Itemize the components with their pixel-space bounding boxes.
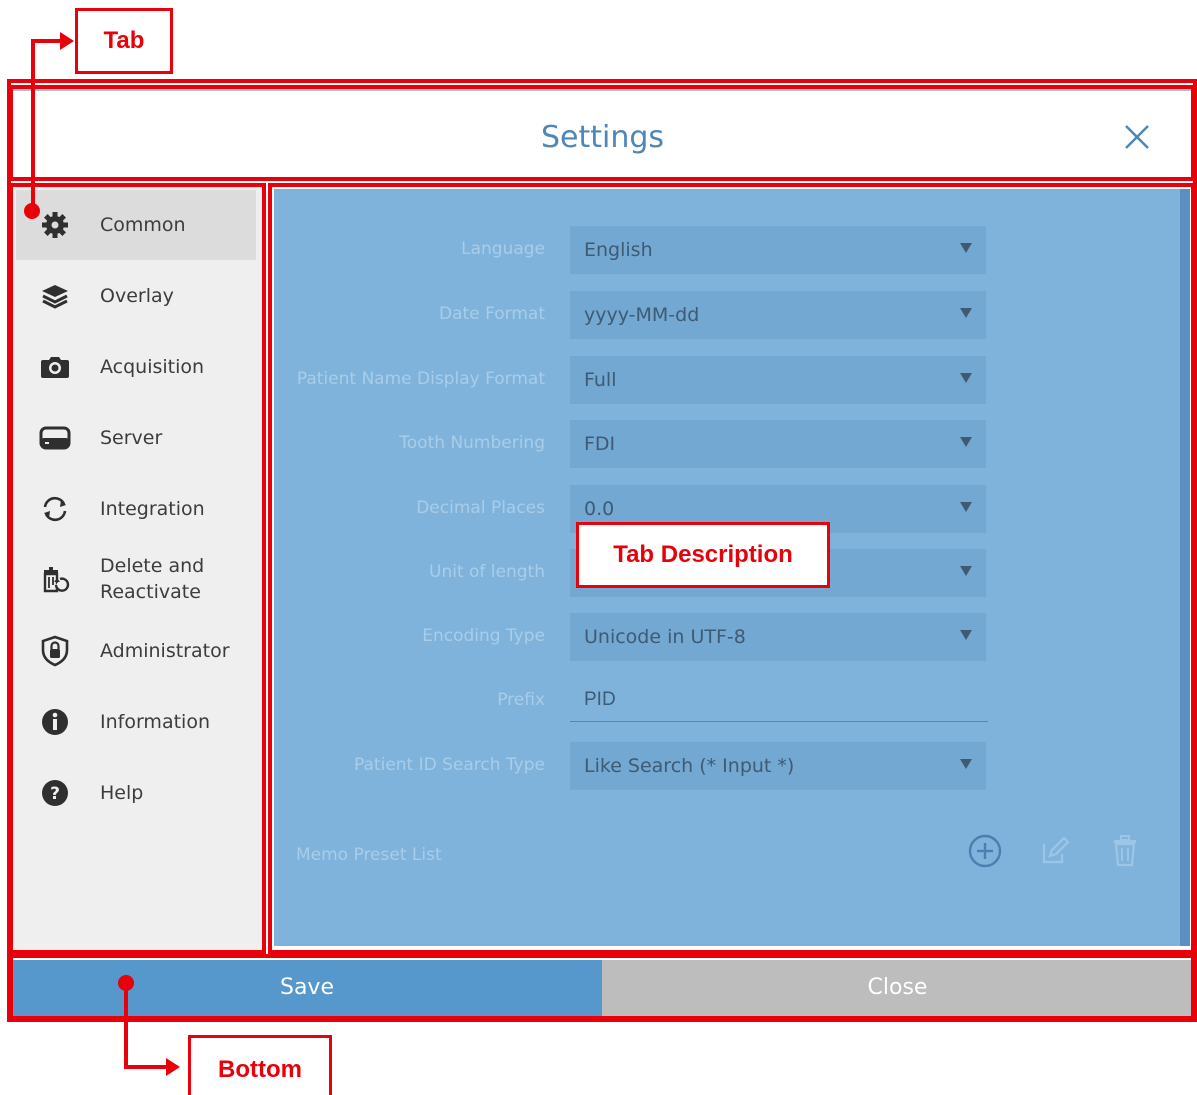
decimal-places-label: Decimal Places [416, 498, 545, 518]
bottom-arrow-icon [166, 1058, 180, 1076]
tab-connector-vertical [31, 39, 35, 211]
dropdown-arrow-icon [960, 502, 972, 512]
sidebar-item-administrator[interactable]: Administrator [16, 616, 256, 686]
sidebar-item-label: Help [100, 782, 144, 804]
sidebar-item-label: Common [100, 214, 186, 236]
patient-id-search-select[interactable]: Like Search (* Input *) [570, 742, 986, 790]
memo-preset-label: Memo Preset List [296, 845, 442, 865]
info-icon [38, 705, 72, 739]
sidebar-item-overlay[interactable]: Overlay [16, 261, 256, 331]
trash-restore-icon [38, 563, 72, 597]
patient-name-format-value: Full [584, 369, 617, 391]
dropdown-arrow-icon [960, 566, 972, 576]
language-label: Language [461, 239, 545, 259]
tab-connector-horizontal [31, 39, 63, 43]
date-format-value: yyyy-MM-dd [584, 304, 700, 326]
language-value: English [584, 239, 653, 261]
dropdown-arrow-icon [960, 243, 972, 253]
sidebar-item-label: Overlay [100, 285, 174, 307]
bottom-connector-vertical [124, 981, 128, 1069]
dropdown-arrow-icon [960, 630, 972, 640]
date-format-select[interactable]: yyyy-MM-dd [570, 291, 986, 339]
sidebar-item-help[interactable]: ? Help [16, 758, 256, 828]
patient-id-search-value: Like Search (* Input *) [584, 755, 795, 777]
save-button[interactable]: Save [12, 960, 602, 1016]
sidebar-item-label-line1: Delete and Reactivate [100, 555, 205, 603]
sidebar-item-integration[interactable]: Integration [16, 474, 256, 544]
sidebar-item-delete-reactivate[interactable]: Delete and Reactivate [16, 545, 256, 615]
prefix-label: Prefix [497, 690, 545, 710]
close-button[interactable]: Close [602, 960, 1193, 1016]
scrollbar[interactable] [1180, 189, 1190, 946]
date-format-label: Date Format [439, 304, 545, 324]
help-icon: ? [38, 776, 72, 810]
patient-name-format-label: Patient Name Display Format [296, 369, 545, 389]
sidebar-item-acquisition[interactable]: Acquisition [16, 332, 256, 402]
sidebar-item-label: Delete and Reactivate [100, 553, 204, 605]
tab-dot-marker [24, 203, 40, 219]
language-select[interactable]: English [570, 226, 986, 274]
screenshot-stage: Settings Common Overlay Acquisition Serv… [0, 0, 1197, 1095]
encoding-type-select[interactable]: Unicode in UTF-8 [570, 613, 986, 661]
svg-text:?: ? [50, 784, 60, 804]
bottom-callout: Bottom [188, 1035, 332, 1095]
dropdown-arrow-icon [960, 437, 972, 447]
sync-icon [38, 492, 72, 526]
dropdown-arrow-icon [960, 373, 972, 383]
sidebar-item-label: Acquisition [100, 356, 205, 378]
tab-description-callout: Tab Description [576, 522, 830, 588]
add-memo-icon[interactable] [966, 832, 1004, 870]
sidebar-item-label: Administrator [100, 640, 230, 662]
patient-name-format-select[interactable]: Full [570, 356, 986, 404]
server-icon [38, 421, 72, 455]
encoding-type-value: Unicode in UTF-8 [584, 626, 746, 648]
prefix-input[interactable]: PID [570, 678, 988, 722]
tab-arrow-icon [60, 32, 74, 50]
delete-memo-icon[interactable] [1106, 832, 1144, 870]
sidebar-item-label: Integration [100, 498, 205, 520]
dialog-title: Settings [540, 120, 665, 155]
dropdown-arrow-icon [960, 308, 972, 318]
encoding-type-label: Encoding Type [422, 626, 545, 646]
sidebar-item-label: Server [100, 427, 163, 449]
tooth-numbering-select[interactable]: FDI [570, 420, 986, 468]
title-bar: Settings [12, 88, 1193, 182]
camera-icon [38, 350, 72, 384]
settings-sidebar: Common Overlay Acquisition Server Integr… [12, 185, 262, 950]
patient-id-search-label: Patient ID Search Type [354, 755, 545, 775]
layers-icon [38, 279, 72, 313]
edit-memo-icon[interactable] [1036, 832, 1074, 870]
bottom-connector-horizontal [124, 1065, 170, 1069]
close-icon[interactable] [1117, 117, 1157, 157]
sidebar-item-server[interactable]: Server [16, 403, 256, 473]
tooth-numbering-value: FDI [584, 433, 616, 455]
dropdown-arrow-icon [960, 759, 972, 769]
tab-callout: Tab [75, 8, 173, 74]
sidebar-item-label: Information [100, 711, 210, 733]
shield-lock-icon [38, 634, 72, 668]
gear-icon [38, 208, 72, 242]
unit-of-length-label: Unit of length [429, 562, 545, 582]
sidebar-item-information[interactable]: Information [16, 687, 256, 757]
sidebar-item-common[interactable]: Common [16, 190, 256, 260]
tooth-numbering-label: Tooth Numbering [399, 433, 545, 453]
prefix-value: PID [584, 689, 616, 710]
